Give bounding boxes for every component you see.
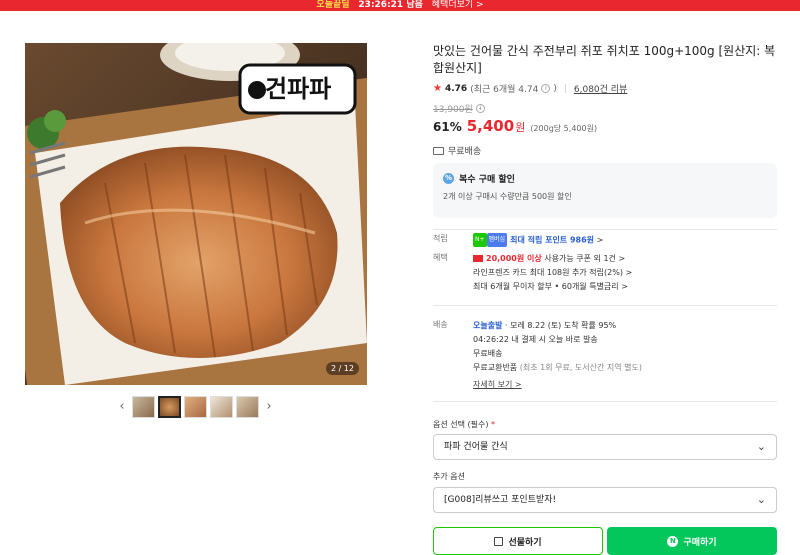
thumb-prev-arrow-icon[interactable]: ‹: [115, 396, 129, 418]
benefits-row: 혜택 20,000원 이상 사용가능 쿠폰 외 1건 > 라인프렌즈 카드 최대…: [433, 252, 777, 296]
rating-recent-close: ): [553, 83, 557, 94]
sale-price: 5,400: [466, 117, 515, 135]
rating-recent: (최근 6개월 4.74: [470, 85, 539, 95]
image-counter: 2 / 12: [325, 362, 359, 375]
option-selected-value: 파파 건어물 간식: [444, 442, 508, 452]
thumbnail-5[interactable]: [236, 396, 259, 418]
delivery-label: 배송: [433, 320, 448, 329]
coupon-icon: [473, 255, 483, 262]
original-price-row: 13,900원 i: [433, 102, 777, 115]
free-shipping: 무료배송: [473, 349, 503, 358]
product-info-panel: 맛있는 건어물 간식 주전부리 쥐포 쥐치포 100g+100g [원산지: 복…: [433, 43, 777, 555]
gift-button-label: 선물하기: [508, 537, 542, 548]
coupon-benefit[interactable]: 20,000원 이상 사용가능 쿠폰 외 1건 >: [473, 252, 773, 266]
chevron-down-icon: ⌄: [756, 440, 766, 453]
banner-more-link[interactable]: 혜택더보기 >: [432, 0, 484, 10]
star-icon: ★: [433, 83, 442, 94]
points-arrow-icon: >: [596, 235, 604, 245]
thumbnail-strip: ‹ ›: [115, 396, 276, 418]
option-select[interactable]: 파파 건어물 간식 ⌄: [433, 434, 777, 460]
separator: |: [563, 83, 567, 94]
unit-price: (200g당 5,400원): [530, 124, 598, 133]
gift-button[interactable]: 선물하기: [433, 527, 603, 555]
price-row: 61% 5,400 원 (200g당 5,400원): [433, 117, 777, 135]
discount-icon: %: [443, 173, 454, 184]
brand-logo-text: 건파파: [265, 75, 332, 103]
divider: [433, 305, 777, 306]
thumbnail-3[interactable]: [184, 396, 207, 418]
original-price: 13,900원: [433, 105, 473, 115]
max-points-link[interactable]: 최대 적립 포인트 986원: [510, 236, 594, 245]
banner-highlight: 오늘끝딜: [316, 0, 350, 10]
thumbnail-1[interactable]: [132, 396, 155, 418]
required-mark: *: [491, 420, 496, 429]
npay-plus-badge: N+: [473, 233, 487, 247]
delivery-row: 배송 오늘출발 · 모레 8.22 (토) 도착 확률 95% 04:26:22…: [433, 319, 777, 391]
promo-desc: 2개 이상 구매시 수량만큼 500원 할인: [443, 192, 572, 201]
product-title: 맛있는 건어물 간식 주전부리 쥐포 쥐치포 100g+100g [원산지: 복…: [433, 44, 776, 75]
benefits-label: 혜택: [433, 253, 448, 262]
dispatch-deadline: 04:26:22 내 결제 시 오늘 바로 발송: [473, 335, 598, 344]
shipping-summary: 무료배송: [433, 144, 777, 157]
buy-button-label: 구매하기: [683, 537, 717, 548]
today-ship-badge: 오늘출발: [473, 321, 503, 330]
membership-badge: 멤버십: [486, 233, 508, 247]
extra-option-select[interactable]: [G008]리뷰쓰고 포인트받자! ⌄: [433, 487, 777, 513]
chevron-down-icon: ⌄: [756, 493, 766, 506]
truck-icon: [433, 146, 444, 155]
points-label: 적립: [433, 234, 448, 243]
arrival-estimate: · 모레 8.22 (토) 도착 확률 95%: [505, 321, 617, 330]
promo-banner[interactable]: 오늘끝딜 23:26:21 남음 혜택더보기 >: [0, 0, 800, 11]
rating-row: ★ 4.76 (최근 6개월 4.74 i) | 6,080건 리뷰: [433, 82, 777, 95]
free-return-note: (최초 1회 무료, 도서산간 지역 별도): [519, 363, 642, 372]
divider: [433, 229, 777, 230]
divider: [433, 401, 777, 402]
banner-timer: 23:26:21 남음: [358, 0, 423, 10]
option-label: 옵션 선택 (필수) *: [433, 420, 496, 429]
installment-benefit[interactable]: 최대 6개월 무이자 할부 • 60개월 특별금리 >: [473, 280, 773, 294]
thumbnail-4[interactable]: [210, 396, 233, 418]
delivery-details-link[interactable]: 자세히 보기 >: [473, 378, 773, 392]
promo-title: 복수 구매 할인: [459, 175, 515, 185]
product-main-image[interactable]: 건파파 2 / 12: [25, 43, 367, 385]
naver-pay-icon: N: [667, 535, 679, 547]
discount-rate: 61%: [433, 120, 462, 134]
extra-option-selected-value: [G008]리뷰쓰고 포인트받자!: [444, 495, 557, 505]
thumb-next-arrow-icon[interactable]: ›: [262, 396, 276, 418]
rating-score: 4.76: [444, 83, 468, 94]
price-info-icon[interactable]: i: [475, 104, 485, 113]
price-currency: 원: [515, 121, 526, 134]
bulk-discount-box: % 복수 구매 할인 2개 이상 구매시 수량만큼 500원 할인: [433, 163, 777, 218]
points-row: 적립 N+ 멤버십 최대 적립 포인트 986원 >: [433, 233, 777, 247]
buy-button[interactable]: N 구매하기: [607, 527, 777, 555]
card-benefit[interactable]: 라인프렌즈 카드 최대 108원 추가 적립(2%) >: [473, 266, 773, 280]
info-icon[interactable]: i: [541, 84, 551, 93]
gift-icon: [494, 536, 504, 546]
review-count-link[interactable]: 6,080건 리뷰: [574, 82, 627, 95]
shipping-text: 무료배송: [448, 147, 482, 157]
extra-option-label: 추가 옵션: [433, 472, 465, 481]
free-return: 무료교환반품: [473, 363, 518, 372]
thumbnail-2[interactable]: [158, 396, 181, 418]
